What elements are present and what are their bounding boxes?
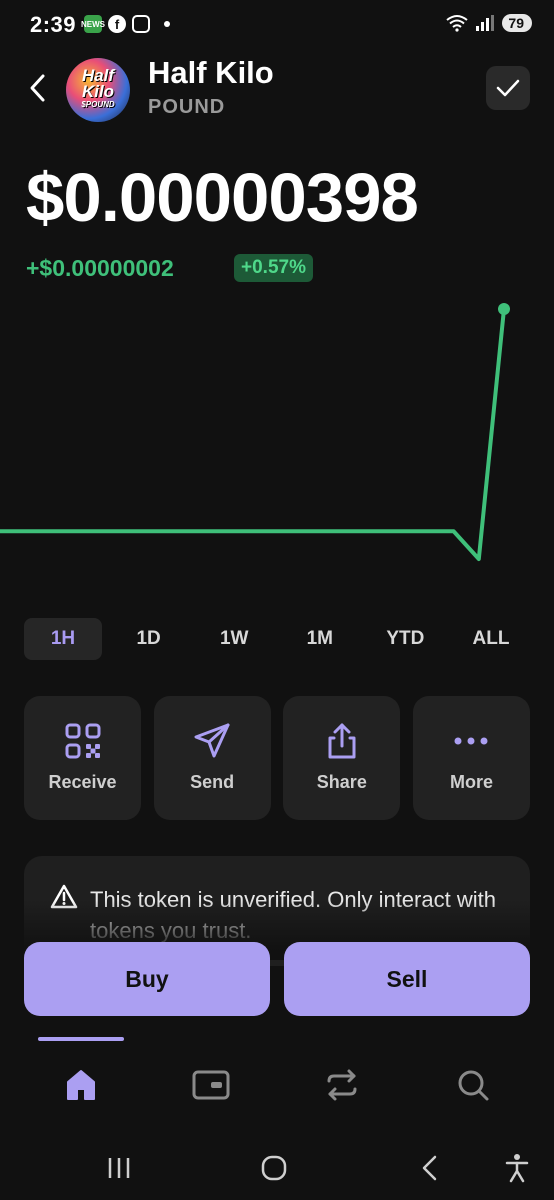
home-system-button[interactable]	[256, 1148, 292, 1188]
nav-home-tab[interactable]	[49, 1060, 113, 1110]
swap-arrows-icon	[327, 1069, 357, 1101]
instagram-icon	[132, 15, 150, 33]
status-time: 2:39	[30, 12, 77, 37]
nav-search-tab[interactable]	[441, 1060, 505, 1110]
status-system-icons: 79	[446, 14, 532, 32]
range-tab-1h[interactable]: 1H	[24, 618, 102, 660]
range-tab-1d[interactable]: 1D	[110, 618, 188, 660]
receive-button[interactable]: Receive	[24, 696, 141, 820]
recent-apps-icon	[108, 1158, 130, 1178]
bottom-navigation	[0, 1050, 554, 1120]
more-dots-icon	[454, 737, 488, 745]
share-icon	[328, 723, 356, 759]
time-range-selector: 1H 1D 1W 1M YTD ALL	[24, 618, 530, 660]
range-tab-ytd[interactable]: YTD	[366, 618, 444, 660]
range-tab-all[interactable]: ALL	[452, 618, 530, 660]
accessibility-button[interactable]	[500, 1148, 534, 1188]
home-circle-icon	[261, 1155, 287, 1181]
recent-apps-button[interactable]	[100, 1148, 138, 1188]
more-label: More	[449, 772, 493, 792]
receive-label: Receive	[48, 772, 117, 792]
qr-code-icon	[65, 723, 100, 759]
back-system-button[interactable]	[412, 1148, 448, 1188]
sell-button[interactable]: Sell	[284, 942, 530, 1016]
price-chart[interactable]	[0, 300, 554, 590]
active-tab-indicator	[38, 1037, 124, 1041]
avatar-text-line3: $POUND	[81, 100, 115, 109]
wallet-card-icon	[192, 1070, 230, 1100]
range-tab-1m[interactable]: 1M	[281, 618, 359, 660]
battery-indicator: 79	[502, 14, 532, 32]
more-button[interactable]: More	[412, 696, 530, 820]
send-arrow-icon	[194, 723, 230, 758]
price-change-amount: +$0.00000002	[26, 255, 174, 281]
nav-wallet-tab[interactable]	[179, 1060, 243, 1110]
buy-button[interactable]: Buy	[24, 942, 270, 1016]
nav-swap-tab[interactable]	[310, 1060, 374, 1110]
token-avatar: Half Kilo $POUND	[66, 58, 130, 122]
watchlist-check-button[interactable]	[486, 66, 530, 110]
share-label: Share	[316, 772, 367, 792]
facebook-icon: f	[108, 15, 126, 33]
latest-price-point	[498, 303, 510, 315]
check-icon	[496, 79, 520, 97]
status-notification-icons: NEWS f	[81, 15, 170, 33]
range-tab-1w[interactable]: 1W	[195, 618, 273, 660]
back-button[interactable]	[24, 70, 52, 106]
avatar-text-line2: Kilo	[81, 82, 115, 101]
home-icon	[67, 1070, 95, 1100]
price-line	[0, 307, 506, 561]
wifi-icon	[446, 15, 469, 32]
system-navigation-bar	[0, 1138, 554, 1198]
token-price: $0.00000398	[26, 159, 419, 236]
back-chevron-icon	[422, 1155, 437, 1181]
accessibility-icon	[505, 1154, 529, 1183]
token-name: Half Kilo	[148, 55, 274, 90]
token-symbol: POUND	[148, 96, 226, 118]
price-change-percent-badge: +0.57%	[234, 254, 313, 282]
send-button[interactable]: Send	[153, 696, 271, 820]
action-buttons: Receive Send Share More	[24, 696, 530, 820]
signal-icon	[476, 15, 495, 31]
chevron-left-icon	[30, 74, 45, 102]
news-app-icon: NEWS	[81, 15, 105, 33]
send-label: Send	[190, 772, 235, 792]
search-icon	[458, 1070, 489, 1101]
more-notifications-dot-icon	[164, 21, 170, 27]
share-button[interactable]: Share	[283, 696, 401, 820]
